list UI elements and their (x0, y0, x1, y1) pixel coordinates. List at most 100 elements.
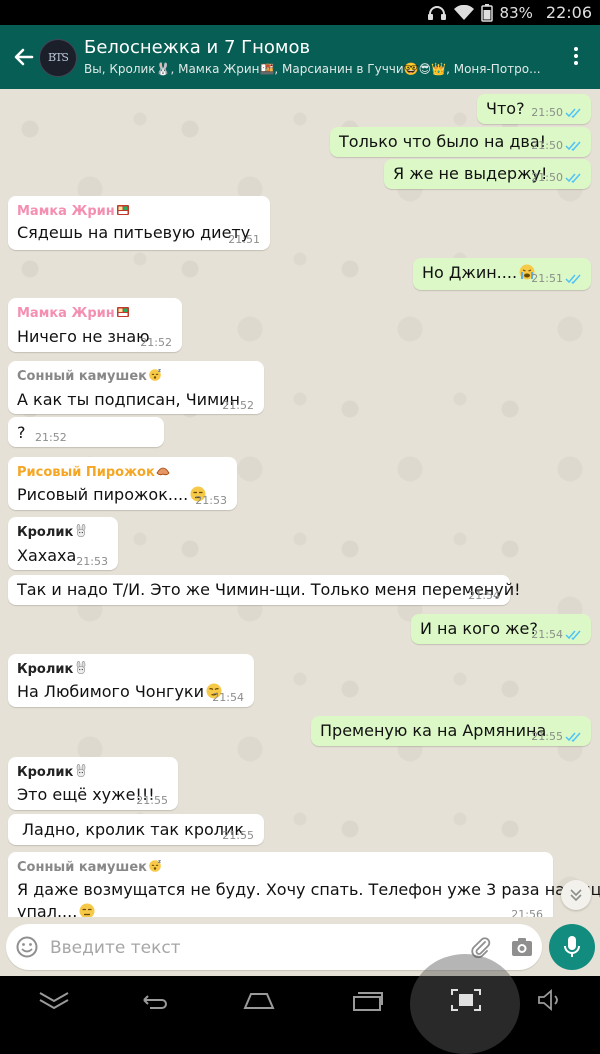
system-nav-bar (0, 954, 600, 1054)
scroll-down-button[interactable] (561, 880, 591, 910)
message-time: 21:50 (531, 139, 563, 152)
emoji-icon[interactable] (16, 936, 38, 958)
message-time: 21:55 (222, 829, 254, 842)
message-text: Пременую ка на Армянина (320, 721, 547, 740)
clock: 22:06 (545, 3, 592, 22)
group-title[interactable]: Белоснежка и 7 Гномов (84, 37, 310, 58)
message-bubble[interactable]: Мамка Жрин Ничего не знаю 21:52 (8, 298, 182, 352)
headset-icon (427, 5, 446, 20)
rabbit-emoji (77, 764, 86, 777)
svg-text:z: z (158, 859, 161, 865)
message-time: 21:53 (76, 555, 108, 568)
message-text: Ладно, кролик так кролик (22, 820, 245, 839)
message-bubble[interactable]: Сонный камушек z Я даже возмущатся не буд… (8, 852, 600, 917)
message-text: Хахаха (17, 546, 77, 565)
message-time: 21:54 (212, 691, 244, 704)
message-text-line2: упал.... (17, 902, 96, 917)
message-bubble[interactable]: Рисовый Пирожок Рисовый пирожок.... 21:5… (8, 457, 237, 510)
message-text: Только что было на два! (339, 132, 547, 151)
status-bar: 83% 22:06 (0, 0, 600, 25)
message-time: 21:54 (531, 628, 563, 641)
bento-emoji (116, 307, 129, 317)
rabbit-emoji (77, 524, 86, 537)
message-bubble[interactable]: Кролик Это ещё хуже!!! 21:55 (8, 757, 178, 810)
message-time: 21:51 (531, 272, 563, 285)
sender-name: Мамка Жрин (17, 305, 130, 321)
message-time: 21:55 (531, 730, 563, 743)
volume-icon[interactable] (536, 988, 568, 1012)
group-avatar[interactable]: BTS (39, 39, 77, 77)
message-text: На Любимого Чонгуки (17, 682, 223, 701)
message-text: И на кого же? (420, 619, 538, 638)
message-time: 21:53 (195, 494, 227, 507)
message-text: Я же не выдержу! (393, 164, 548, 183)
message-time: 21:54 (468, 589, 500, 602)
message-time: 21:50 (531, 106, 563, 119)
chat-area[interactable]: Что? 21:50 Только что было на два! 21:50… (0, 89, 600, 917)
screenshot-icon[interactable] (450, 988, 482, 1012)
message-bubble[interactable]: Ладно, кролик так кролик 21:55 (8, 814, 264, 845)
message-time: 21:56 (511, 908, 543, 917)
message-text: Я даже возмущатся не буду. Хочу спать. Т… (17, 880, 600, 899)
camera-icon[interactable] (511, 936, 533, 958)
back-icon[interactable] (136, 988, 168, 1012)
svg-text:z: z (158, 368, 161, 374)
home-icon[interactable] (243, 988, 275, 1012)
message-bubble[interactable]: Я же не выдержу! 21:50 (384, 159, 591, 189)
message-text: ? (17, 423, 26, 442)
message-bubble[interactable]: Пременую ка на Армянина 21:55 (311, 716, 591, 746)
rabbit-emoji (77, 661, 86, 674)
message-time: 21:50 (531, 171, 563, 184)
unamused-emoji (79, 903, 95, 917)
message-text: Так и надо Т/И. Это же Чимин-щи. Только … (17, 580, 521, 599)
wifi-icon (453, 4, 474, 20)
message-bubble[interactable]: Кролик На Любимого Чонгуки 21:54 (8, 654, 254, 707)
message-bubble[interactable]: Только что было на два! 21:50 (330, 127, 591, 157)
arrow-left-icon[interactable] (10, 43, 38, 71)
message-bubble[interactable]: Но Джин.... 21:51 (413, 258, 591, 290)
recent-apps-icon[interactable] (352, 988, 384, 1012)
double-check-icon (565, 173, 581, 183)
message-text: Что? (486, 99, 525, 118)
message-time: 21:51 (228, 233, 260, 246)
message-bubble[interactable]: И на кого же? 21:54 (411, 614, 591, 644)
message-text: Сядешь на питьевую диету (17, 223, 251, 242)
hide-keyboard-icon[interactable] (38, 988, 70, 1012)
bento-emoji (116, 205, 129, 215)
sender-name: Кролик (17, 524, 88, 540)
message-bubble[interactable]: Мамка Жрин Сядешь на питьевую диету 21:5… (8, 196, 270, 250)
sender-name: Кролик (17, 764, 88, 780)
message-input[interactable] (48, 933, 452, 963)
message-text: Ничего не знаю (17, 327, 150, 346)
sleepy-emoji: z (149, 368, 161, 381)
input-bar (0, 917, 600, 976)
double-check-icon (565, 274, 581, 284)
message-text: Рисовый пирожок.... (17, 485, 207, 504)
double-check-icon (565, 732, 581, 742)
voice-record-button[interactable] (549, 924, 595, 970)
chat-header: BTS Белоснежка и 7 Гномов Вы, Кролик🐰, М… (0, 25, 600, 89)
message-bubble[interactable]: Так и надо Т/И. Это же Чимин-щи. Только … (8, 575, 521, 605)
double-chevron-down-icon (570, 889, 582, 902)
message-time: 21:52 (222, 399, 254, 412)
message-text: Но Джин.... (422, 263, 536, 282)
sender-name: Кролик (17, 661, 88, 677)
message-bubble[interactable]: Кролик Хахаха 21:53 (8, 517, 118, 570)
message-time: 21:52 (35, 431, 67, 444)
group-members: Вы, Кролик🐰, Мамка Жрин🍱, Марсианин в Гу… (84, 62, 544, 76)
message-text: Это ещё хуже!!! (17, 785, 155, 804)
message-time: 21:52 (140, 336, 172, 349)
sender-name: Сонный камушек z (17, 859, 161, 875)
more-vert-icon[interactable] (572, 45, 580, 69)
sender-name: Мамка Жрин (17, 203, 130, 219)
double-check-icon (565, 630, 581, 640)
message-bubble[interactable]: Сонный камушек z А как ты подписан, Чимин… (8, 361, 264, 414)
message-bubble[interactable]: ? 21:52 (8, 417, 164, 447)
double-check-icon (565, 141, 581, 151)
sleepy-emoji: z (149, 859, 161, 872)
message-bubble[interactable]: Что? 21:50 (477, 94, 591, 124)
message-text: А как ты подписан, Чимин (17, 390, 240, 409)
sender-name: Рисовый Пирожок (17, 464, 170, 480)
sender-name: Сонный камушек z (17, 368, 161, 384)
mic-icon (564, 936, 580, 957)
